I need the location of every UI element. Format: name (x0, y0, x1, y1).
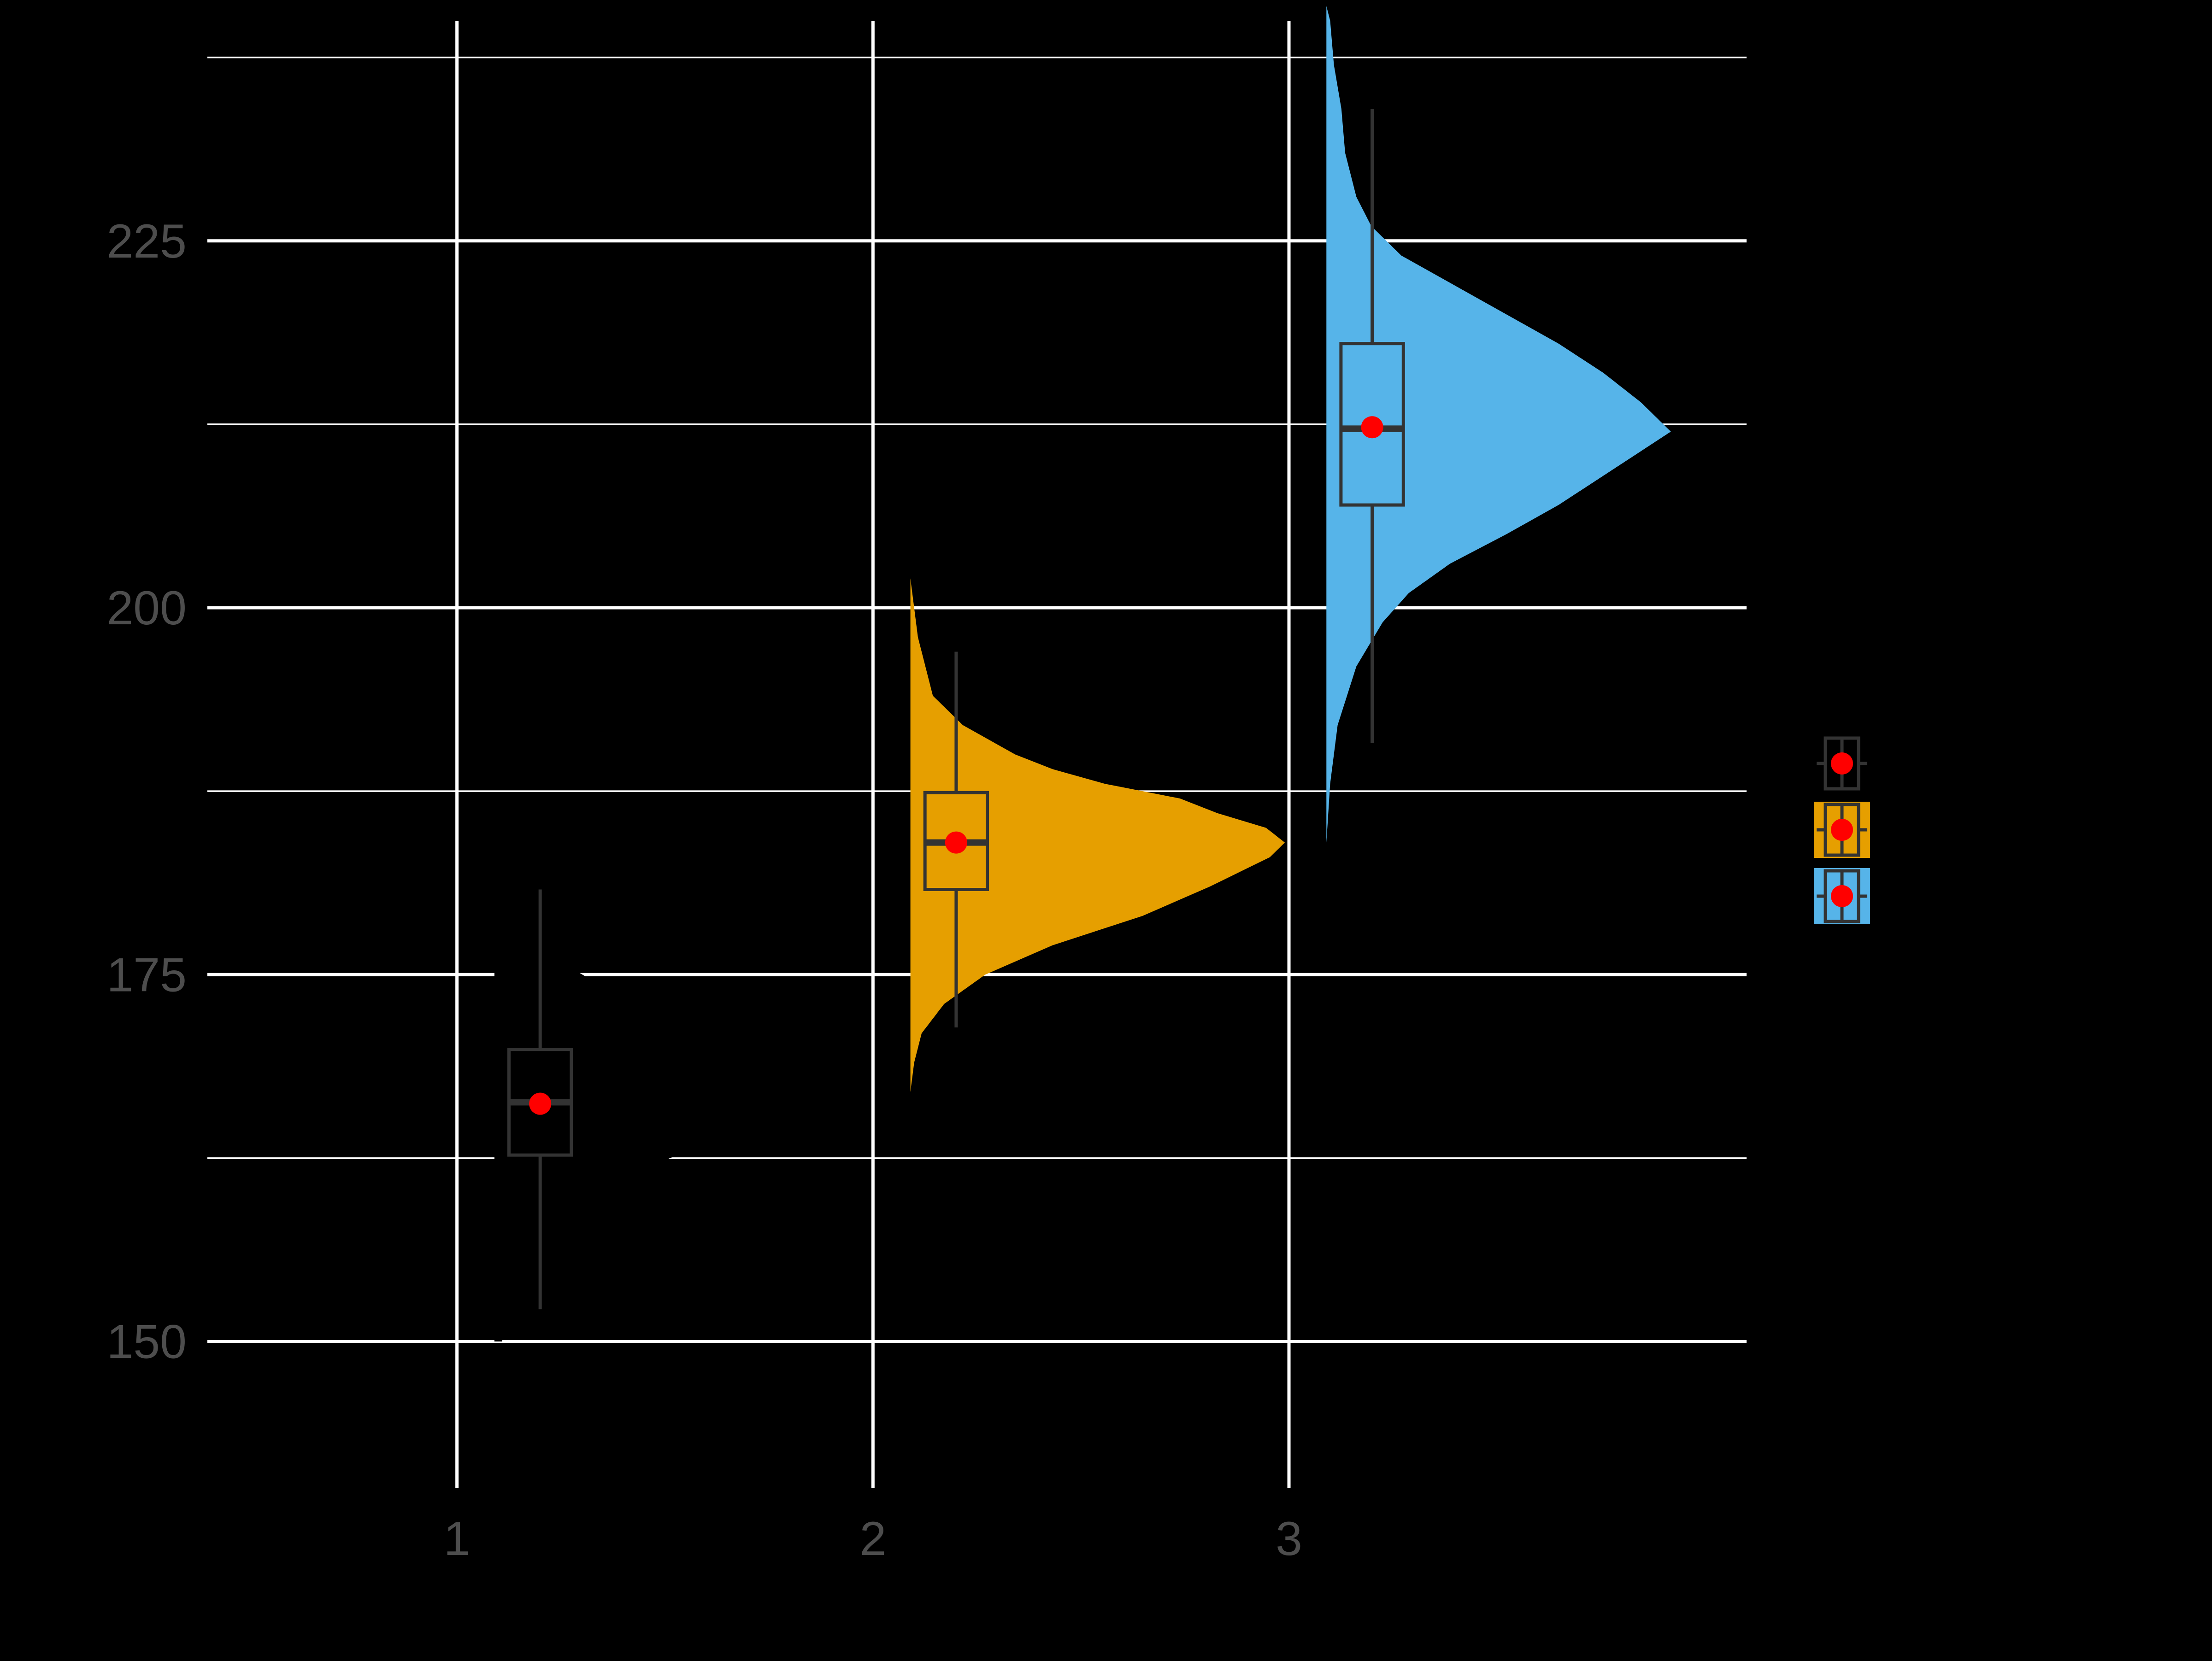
y-tick-label: 200 (106, 581, 187, 635)
density-cloud-3 (1326, 6, 1671, 1019)
legend (1814, 735, 1870, 924)
legend-mean-point (1831, 752, 1853, 775)
legend-mean-point (1831, 819, 1853, 841)
legend-mean-point (1831, 885, 1853, 907)
legend-key-3 (1814, 868, 1870, 924)
mean-point-1 (529, 1092, 552, 1115)
x-tick-label: 3 (1276, 1512, 1302, 1566)
legend-key-2 (1814, 802, 1870, 858)
mean-point-2 (945, 831, 967, 854)
mean-point-3 (1361, 416, 1383, 439)
y-tick-label: 175 (106, 948, 187, 1002)
x-tick-label: 2 (859, 1512, 886, 1566)
density-clouds (494, 6, 1671, 1342)
y-tick-label: 225 (106, 215, 187, 268)
x-tick-label: 1 (444, 1512, 471, 1566)
raincloud-chart: 150 175 200 225 1 2 3 (106, 6, 1870, 1566)
y-tick-label: 150 (106, 1315, 187, 1369)
legend-key-1 (1814, 735, 1870, 792)
chart-area: 150 175 200 225 1 2 3 (0, 0, 2212, 1659)
